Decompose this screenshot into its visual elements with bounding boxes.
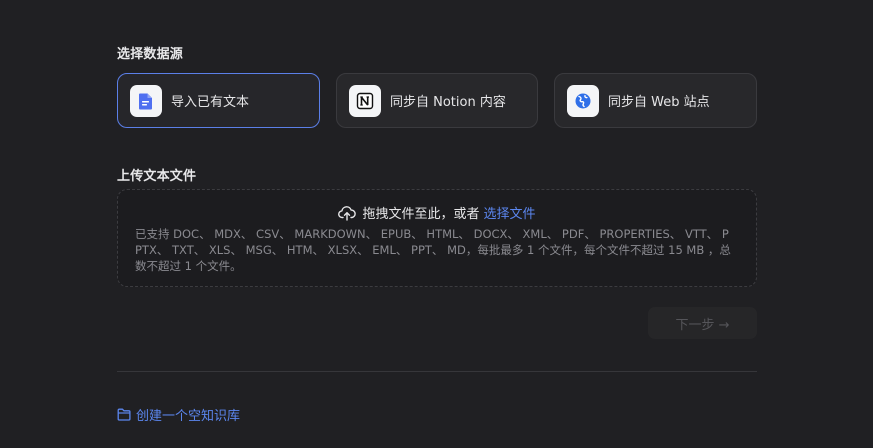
source-option-label: 同步自 Web 站点 [608, 95, 710, 110]
file-dropzone[interactable]: 拖拽文件至此，或者 选择文件 已支持 DOC、 MDX、 CSV、 MARKDO… [117, 189, 757, 287]
divider [117, 371, 757, 372]
create-empty-kb-link[interactable]: 创建一个空知识库 [117, 405, 240, 424]
notion-icon [349, 84, 381, 117]
supported-formats-text: 已支持 DOC、 MDX、 CSV、 MARKDOWN、 EPUB、 HTML、… [135, 227, 731, 273]
source-option-label: 导入已有文本 [171, 95, 250, 110]
create-empty-kb-label: 创建一个空知识库 [136, 409, 241, 424]
cloud-upload-icon [338, 205, 357, 221]
globe-icon [567, 84, 599, 117]
source-option-web[interactable]: 同步自 Web 站点 [554, 73, 757, 128]
source-option-import-text[interactable]: 导入已有文本 [117, 73, 320, 128]
upload-section-title: 上传文本文件 [117, 169, 197, 184]
next-step-button[interactable]: 下一步 → [648, 307, 757, 339]
source-option-notion[interactable]: 同步自 Notion 内容 [336, 73, 538, 128]
select-source-title: 选择数据源 [117, 47, 184, 62]
choose-file-link[interactable]: 选择文件 [484, 203, 536, 222]
source-option-label: 同步自 Notion 内容 [390, 95, 506, 110]
folder-icon [117, 408, 131, 421]
document-icon [130, 84, 162, 117]
dropzone-prompt: 拖拽文件至此，或者 [362, 207, 480, 222]
dropzone-header: 拖拽文件至此，或者 选择文件 [118, 203, 756, 222]
